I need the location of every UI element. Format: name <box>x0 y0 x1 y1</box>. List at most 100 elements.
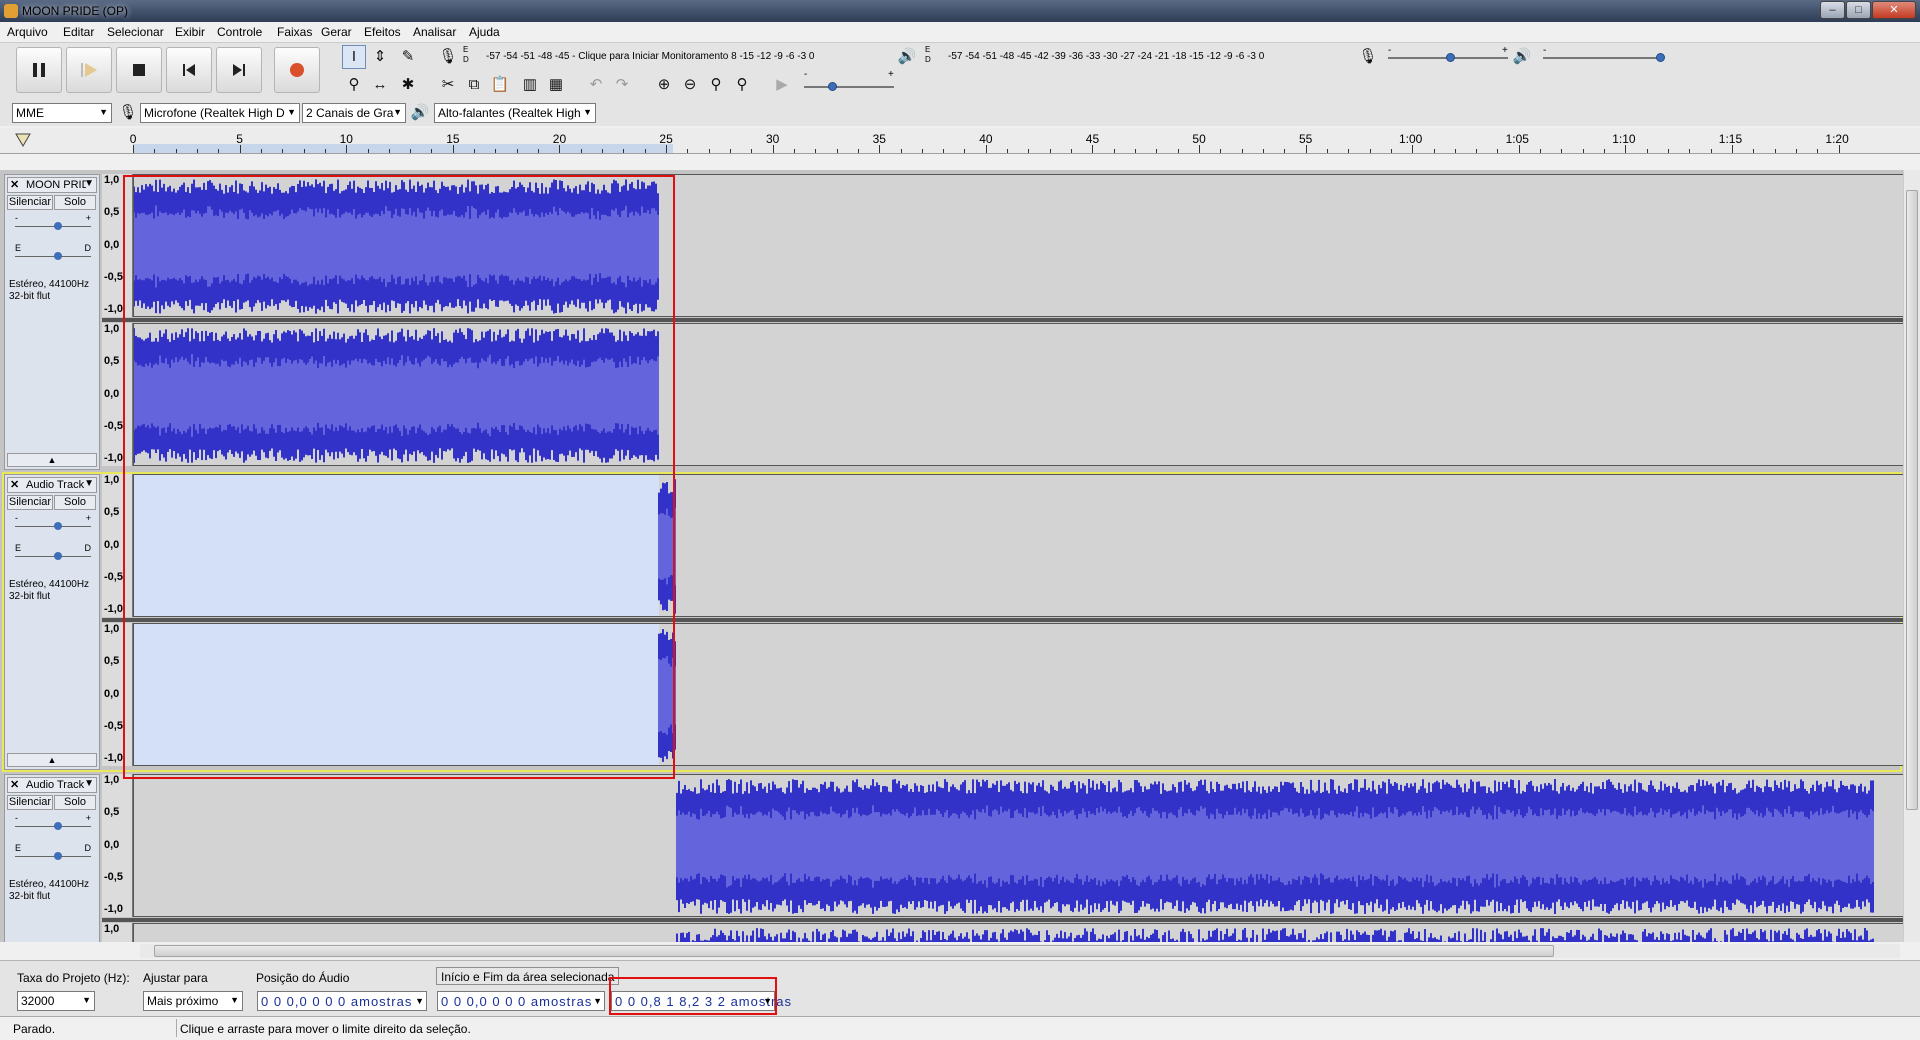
waveform-channel[interactable] <box>133 323 1904 466</box>
cut-button[interactable]: ✂ <box>436 73 460 97</box>
pan-thumb[interactable] <box>54 552 62 560</box>
menu-editar[interactable]: Editar <box>63 25 94 39</box>
trim-button[interactable]: ▥ <box>518 73 542 97</box>
silence-button[interactable]: ▦ <box>544 73 568 97</box>
fit-selection-button[interactable]: ⚲ <box>704 73 728 97</box>
horizontal-scroll-thumb[interactable] <box>154 945 1554 957</box>
mute-button[interactable]: Silenciar <box>7 795 53 810</box>
pan-thumb[interactable] <box>54 852 62 860</box>
skip-to-start-button[interactable] <box>166 47 212 93</box>
vertical-scroll-thumb[interactable] <box>1906 190 1918 810</box>
menu-faixas[interactable]: Faixas <box>277 25 312 39</box>
menu-gerar[interactable]: Gerar <box>321 25 352 39</box>
waveform-channel[interactable] <box>133 623 1904 766</box>
gain-slider[interactable]: - + <box>15 813 91 833</box>
menu-arquivo[interactable]: Arquivo <box>7 25 48 39</box>
timeline-options-icon[interactable] <box>14 132 32 148</box>
gain-thumb[interactable] <box>54 222 62 230</box>
audio-host-select[interactable]: MME ▼ <box>12 103 112 123</box>
close-track-icon[interactable]: ✕ <box>10 178 22 191</box>
pan-slider[interactable]: E D <box>15 843 91 863</box>
track-control-panel[interactable]: ✕ Audio Track ▼ Silenciar Solo - + E D E… <box>4 474 100 770</box>
solo-button[interactable]: Solo <box>54 495 96 510</box>
gain-slider[interactable]: - + <box>15 513 91 533</box>
input-device-select[interactable]: Microfone (Realtek High D ▼ <box>140 103 300 123</box>
mute-button[interactable]: Silenciar <box>7 195 53 210</box>
waveform-channel[interactable] <box>133 174 1904 317</box>
zoom-out-button[interactable]: ⊖ <box>678 73 702 97</box>
play-meter-button[interactable]: 🔊 <box>895 45 919 69</box>
menu-controle[interactable]: Controle <box>217 25 262 39</box>
selection-start-field[interactable]: 0 0 0,0 0 0 0 amostras ▼ <box>437 991 605 1011</box>
snap-to-select[interactable]: Mais próximo ▼ <box>143 991 243 1011</box>
pan-slider[interactable]: E D <box>15 243 91 263</box>
draw-tool[interactable]: ✎ <box>396 45 420 69</box>
amplitude-ruler[interactable]: 1,0 0,5 0,0 -0,5 -1,0 <box>102 474 133 617</box>
gain-thumb[interactable] <box>54 822 62 830</box>
timeline-ruler[interactable]: 0 5 10 15 20 25 30 35 40 45 50 55 1:00 1:05 1:10 1:15 1:… <box>0 128 1920 154</box>
close-button[interactable]: ✕ <box>1872 1 1916 19</box>
output-volume-slider[interactable] <box>1656 53 1665 62</box>
envelope-tool[interactable]: ⇕ <box>368 45 392 69</box>
close-track-icon[interactable]: ✕ <box>10 478 22 491</box>
vertical-scrollbar[interactable] <box>1903 170 1920 942</box>
play-speed-slider[interactable] <box>828 82 837 91</box>
input-volume-slider[interactable] <box>1446 53 1455 62</box>
project-rate-select[interactable]: 32000 ▼ <box>17 991 95 1011</box>
menu-efeitos[interactable]: Efeitos <box>364 25 401 39</box>
undo-button[interactable]: ↶ <box>584 73 608 97</box>
menu-selecionar[interactable]: Selecionar <box>107 25 164 39</box>
paste-button[interactable]: 📋 <box>488 73 512 97</box>
zoom-in-button[interactable]: ⊕ <box>652 73 676 97</box>
gain-slider[interactable]: - + <box>15 213 91 233</box>
pan-thumb[interactable] <box>54 252 62 260</box>
amplitude-ruler[interactable]: 1,0 0,5 0,0 -0,5 -1,0 <box>102 174 133 317</box>
record-meter-button[interactable]: 🎙 <box>436 45 460 69</box>
track-header[interactable]: ✕ MOON PRIDE ▼ <box>7 177 97 193</box>
track-name[interactable]: Audio Track <box>26 479 86 491</box>
menu-analisar[interactable]: Analisar <box>413 25 456 39</box>
redo-button[interactable]: ↷ <box>610 73 634 97</box>
minimize-button[interactable]: – <box>1820 1 1845 19</box>
amplitude-ruler[interactable]: 1,0 0,5 0,0 -0,5 -1,0 <box>102 774 133 917</box>
gain-thumb[interactable] <box>54 522 62 530</box>
record-meter-scale[interactable]: -57 -54 -51 -48 -45 - Clique para Inicia… <box>486 51 815 62</box>
amplitude-ruler[interactable]: 1,0 0,5 0,0 -0,5 -1,0 <box>102 323 133 466</box>
track-menu-chevron-icon[interactable]: ▼ <box>84 478 94 489</box>
close-track-icon[interactable]: ✕ <box>10 778 22 791</box>
collapse-track-button[interactable]: ▲ <box>7 453 97 467</box>
timeshift-tool[interactable]: ↔ <box>368 73 392 97</box>
waveform-channel[interactable] <box>133 474 1904 617</box>
solo-button[interactable]: Solo <box>54 195 96 210</box>
waveform-channel[interactable] <box>133 923 1904 942</box>
stop-button[interactable] <box>116 47 162 93</box>
copy-button[interactable]: ⧉ <box>462 73 486 97</box>
track-control-panel[interactable]: ✕ Audio Track ▼ Silenciar Solo - + E D E… <box>4 774 100 942</box>
collapse-track-button[interactable]: ▲ <box>7 753 97 767</box>
mute-button[interactable]: Silenciar <box>7 495 53 510</box>
amplitude-ruler[interactable]: 1,0 <box>102 923 133 942</box>
solo-button[interactable]: Solo <box>54 795 96 810</box>
selection-end-field[interactable]: 0 0 0,8 1 8,2 3 2 amostras ▼ <box>611 991 791 1011</box>
pan-slider[interactable]: E D <box>15 543 91 563</box>
zoom-tool[interactable]: ⚲ <box>342 73 366 97</box>
track-menu-chevron-icon[interactable]: ▼ <box>84 178 94 189</box>
menu-ajuda[interactable]: Ajuda <box>469 25 500 39</box>
play-meter-scale[interactable]: -57 -54 -51 -48 -45 -42 -39 -36 -33 -30 … <box>948 51 1264 62</box>
menu-exibir[interactable]: Exibir <box>175 25 205 39</box>
selection-mode-select[interactable]: Início e Fim da área selecionada <box>436 967 620 985</box>
audio-position-field[interactable]: 0 0 0,0 0 0 0 amostras ▼ <box>257 991 427 1011</box>
horizontal-scrollbar[interactable] <box>140 944 1900 958</box>
play-button[interactable] <box>66 47 112 93</box>
channels-select[interactable]: 2 Canais de Gra ▼ <box>302 103 406 123</box>
skip-to-end-button[interactable] <box>216 47 262 93</box>
track-name[interactable]: MOON PRIDE <box>26 179 86 191</box>
track[interactable]: ✕ Audio Track ▼ Silenciar Solo - + E D E… <box>2 472 1904 772</box>
multi-tool[interactable]: ✱ <box>396 73 420 97</box>
track-name[interactable]: Audio Track <box>26 779 86 791</box>
play-at-speed-button[interactable]: ▶ <box>770 73 794 97</box>
output-device-select[interactable]: Alto-falantes (Realtek High ▼ <box>434 103 596 123</box>
selection-tool[interactable]: I <box>342 45 366 69</box>
waveform-channel[interactable] <box>133 774 1904 917</box>
track[interactable]: ✕ MOON PRIDE ▼ Silenciar Solo - + E D <box>4 174 1904 470</box>
